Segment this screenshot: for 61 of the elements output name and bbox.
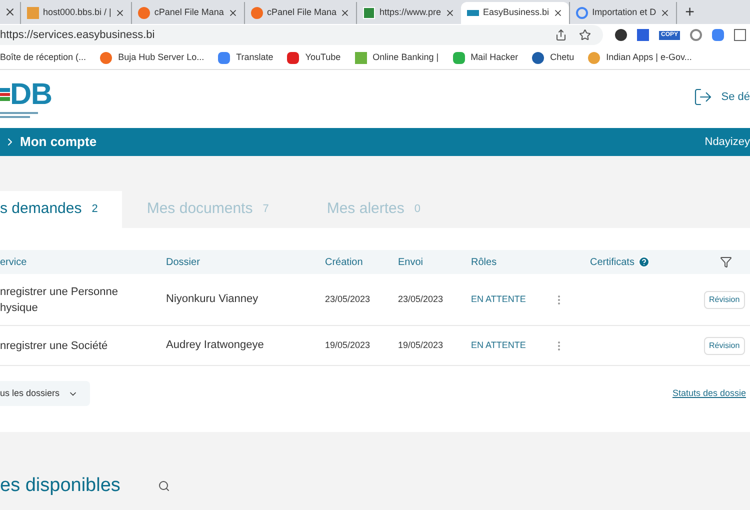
bookmark[interactable]: YouTube	[287, 50, 341, 64]
close-icon[interactable]	[445, 8, 456, 18]
bookmark[interactable]: Chetu	[532, 50, 574, 64]
table-cell-text: nregistrer une Société	[0, 338, 109, 354]
revision-button[interactable]: Révision	[704, 336, 745, 354]
page-title: Mon compte	[20, 133, 97, 152]
logo-text: DB	[10, 80, 52, 110]
column-header: ervice	[0, 256, 28, 270]
table-cell-text: 19/05/2023	[325, 338, 372, 352]
table-cell-text: Audrey Iratwongeye	[166, 338, 265, 354]
close-icon[interactable]	[553, 8, 564, 18]
column-header: Envoi	[398, 256, 424, 270]
browser-tab[interactable]: EasyBusiness.bi	[461, 2, 570, 24]
logout-link[interactable]: Se dé	[693, 87, 750, 107]
bookmark[interactable]: Online Banking |	[354, 50, 439, 64]
table-cell-text: 23/05/2023	[325, 292, 372, 306]
star-icon[interactable]	[578, 29, 591, 41]
url-text: https://services.easybusiness.bi	[0, 28, 156, 43]
tab-title: Importation et D	[592, 6, 656, 20]
tab-title: EasyBusiness.bi	[483, 6, 550, 20]
status-link[interactable]: Statuts des dossie	[672, 386, 746, 400]
site-icon	[27, 7, 39, 19]
close-icon[interactable]	[340, 8, 350, 18]
address-field[interactable]: https://services.easybusiness.bi	[0, 25, 603, 45]
share-icon[interactable]	[554, 29, 567, 41]
help-icon	[638, 256, 650, 268]
table-cell-text: 23/05/2023	[398, 292, 444, 306]
bookmark[interactable]: Buja Hub Server Lo...	[100, 50, 204, 64]
bookmark[interactable]: Indian Apps | e-Gov...	[588, 50, 692, 64]
filter-icon[interactable]	[720, 256, 732, 268]
section-title: es disponibles	[0, 474, 120, 498]
column-header: Certificats	[590, 254, 700, 270]
logo-tagline-drawing	[0, 112, 38, 118]
status-text: EN ATTENTE	[471, 338, 527, 352]
extension-icon[interactable]	[734, 29, 746, 41]
search-icon[interactable]	[158, 480, 170, 492]
user-name: Ndayizey	[704, 134, 750, 150]
bookmark[interactable]: Boîte de réception (...	[0, 50, 86, 64]
table-cell-text: Niyonkuru Vianney	[166, 292, 260, 308]
tab-title: host000.bbs.bi / |	[43, 6, 112, 20]
tab-title: https://www.pre	[379, 6, 442, 20]
section-tab[interactable]: s demandes 2	[0, 191, 122, 228]
close-icon[interactable]	[228, 8, 238, 18]
logout-icon	[693, 87, 714, 107]
logo-icon	[467, 10, 480, 16]
tab-title: cPanel File Mana	[266, 6, 336, 20]
column-header: Dossier	[166, 256, 201, 270]
close-icon[interactable]	[4, 6, 16, 18]
table-cell-text: 19/05/2023	[398, 338, 444, 352]
status-text: EN ATTENTE	[471, 292, 527, 306]
close-icon[interactable]	[660, 8, 670, 18]
extension-icon[interactable]	[614, 29, 627, 41]
revision-button[interactable]: Révision	[704, 290, 745, 308]
bookmark[interactable]: Mail Hacker	[452, 50, 518, 64]
column-header: Rôles	[471, 256, 498, 270]
tab-title: cPanel File Mana	[154, 6, 224, 20]
column-header: Création	[325, 256, 364, 270]
bookmark[interactable]: Translate	[218, 50, 274, 64]
filter-dropdown[interactable]: us les dossiers	[0, 381, 90, 406]
table-cell-text: nregistrer une Personne hysique	[0, 284, 120, 316]
close-icon[interactable]	[115, 8, 126, 18]
